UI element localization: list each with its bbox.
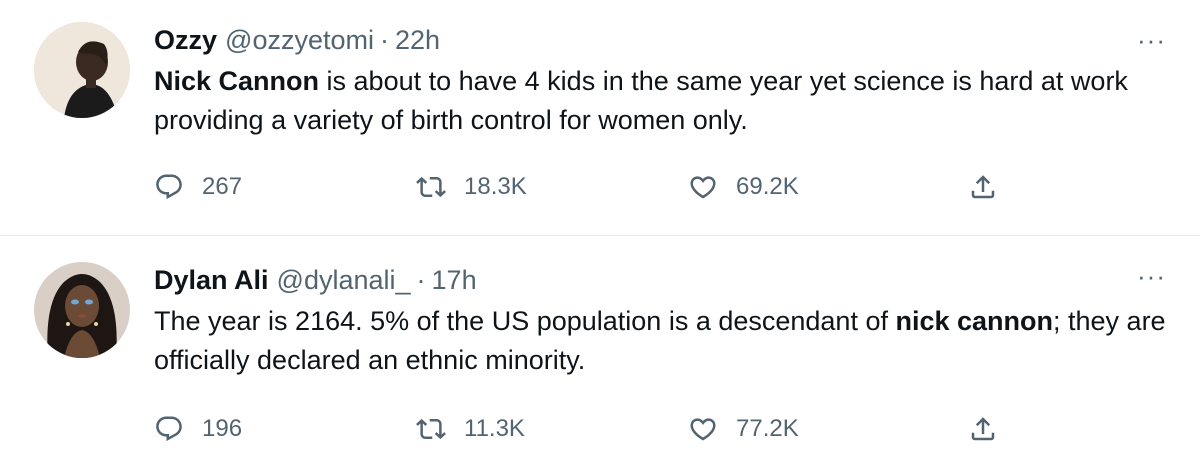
tweet-text: Nick Cannon is about to have 4 kids in t… [154,62,1166,140]
reply-icon [156,416,182,442]
separator-dot: · [416,265,426,295]
tweet-content: Ozzy @ozzyetomi · 22h Nick Cannon is abo… [154,22,1166,212]
retweet-button[interactable]: 18.3K [416,172,527,202]
like-button[interactable]: 77.2K [688,414,799,444]
share-button[interactable] [968,414,998,444]
display-name[interactable]: Ozzy [154,22,217,58]
timestamp[interactable]: 17h [432,262,477,298]
reply-count: 196 [202,415,243,442]
timestamp[interactable]: 22h [395,22,440,58]
retweet-count: 11.3K [464,415,525,442]
retweet-icon [416,176,446,198]
like-icon [690,418,716,441]
user-handle[interactable]: @dylanali_ [277,262,411,298]
reply-icon [156,174,182,200]
retweet-button[interactable]: 11.3K [416,414,525,444]
avatar-photo [34,262,130,358]
share-icon [971,175,995,199]
tweet-text-body: The year is 2164. 5% of the US populatio… [154,306,896,336]
more-options-icon[interactable]: ··· [1137,27,1166,53]
like-button[interactable]: 69.2K [688,172,799,202]
separator-dot: · [379,25,389,55]
reply-count: 267 [202,173,243,200]
like-count: 69.2K [736,173,799,200]
tweet[interactable]: ··· Dylan Ali @dylanali_ · 17h The year … [0,236,1200,472]
user-handle[interactable]: @ozzyetomi [225,22,374,58]
avatar[interactable] [34,22,130,118]
more-options-icon[interactable]: ··· [1137,263,1166,289]
avatar-photo [34,22,130,118]
share-button[interactable] [968,172,998,202]
tweet-text: The year is 2164. 5% of the US populatio… [154,302,1166,380]
tweet-content: Dylan Ali @dylanali_ · 17h The year is 2… [154,262,1166,454]
retweet-count: 18.3K [464,173,527,200]
like-icon [690,176,716,199]
tweet[interactable]: ··· Ozzy @ozzyetomi · 22h Nick Cannon is… [0,0,1200,236]
reply-button[interactable]: 267 [154,172,242,202]
reply-button[interactable]: 196 [154,414,242,444]
like-count: 77.2K [736,415,799,442]
display-name[interactable]: Dylan Ali [154,262,269,298]
tweet-actions: 196 11.3K 77.2K [154,414,1166,454]
mention-bold: Nick Cannon [154,66,320,96]
mention-bold: nick cannon [895,306,1054,336]
share-icon [971,417,995,441]
retweet-icon [416,418,446,440]
avatar[interactable] [34,262,130,358]
tweet-header: Dylan Ali @dylanali_ · 17h [154,262,1166,298]
tweet-actions: 267 18.3K 69.2K [154,172,1166,212]
tweet-header: Ozzy @ozzyetomi · 22h [154,22,1166,58]
